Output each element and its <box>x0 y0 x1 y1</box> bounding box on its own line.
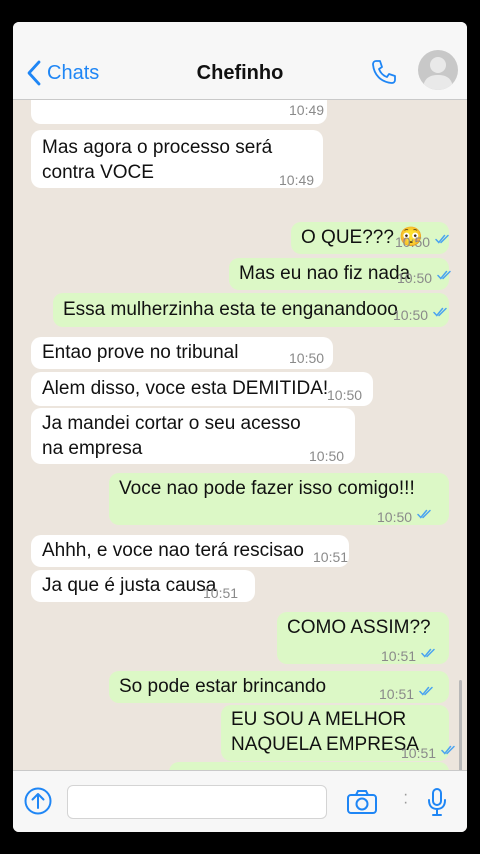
message-time: 10:50 <box>327 387 363 403</box>
message-time: 10:51 <box>203 585 239 601</box>
read-ticks-icon <box>435 234 449 244</box>
message-time: 10:51 <box>379 686 415 702</box>
message-text: Ahhh, e voce nao terá rescisao <box>42 540 304 561</box>
incoming-message[interactable]: Entao prove no tribunal 10:50 <box>31 337 333 369</box>
message-text: Entao prove no tribunal <box>42 342 239 363</box>
microphone-icon[interactable] <box>426 787 448 817</box>
chat-header: Chats Chefinho <box>13 22 467 100</box>
message-time: 10:50 <box>377 509 413 525</box>
outgoing-message[interactable]: Quem ficara no meu lugar?? <box>169 762 449 770</box>
outgoing-message[interactable]: EU SOU A MELHOR NAQUELA EMPRESA 10:51 <box>221 705 455 761</box>
outgoing-message[interactable]: Essa mulherzinha esta te enganandooo 10:5… <box>53 293 449 327</box>
outgoing-message[interactable]: COMO ASSIM?? 10:51 <box>277 612 449 664</box>
message-time: 10:51 <box>313 549 349 565</box>
divider-dots: · · <box>403 786 409 811</box>
message-text: COMO ASSIM?? <box>287 617 431 638</box>
message-time: 10:50 <box>393 307 429 323</box>
message-text: Ja que é justa causa <box>42 575 217 596</box>
message-time: 10:49 <box>289 102 325 118</box>
scrollbar[interactable] <box>459 680 462 770</box>
outgoing-message[interactable]: Voce nao pode fazer isso comigo!!! 10:50 <box>109 473 449 525</box>
chat-title: Chefinho <box>196 62 284 84</box>
read-ticks-icon <box>417 509 431 519</box>
outgoing-message[interactable]: Mas eu nao fiz nada 10:50 <box>229 258 451 290</box>
incoming-message[interactable]: 10:49 <box>31 100 327 124</box>
avatar-icon <box>423 57 453 90</box>
message-text: EU SOU A MELHOR NAQUELA EMPRESA <box>231 709 419 755</box>
incoming-message[interactable]: Ahhh, e voce nao terá rescisao 10:51 <box>31 535 349 567</box>
composer-bar: · · <box>13 770 467 832</box>
read-ticks-icon <box>433 307 447 317</box>
camera-icon[interactable] <box>346 789 378 815</box>
read-ticks-icon <box>437 270 451 280</box>
phone-icon <box>372 60 396 84</box>
incoming-message[interactable]: Ja que é justa causa 10:51 <box>31 570 255 602</box>
call-button[interactable] <box>370 58 398 91</box>
message-list[interactable]: 10:49 Mas agora o processo será contra VO… <box>13 100 467 770</box>
message-time: 10:50 <box>309 448 345 464</box>
message-text: Essa mulherzinha esta te enganandooo <box>63 299 398 320</box>
message-text: Mas agora o processo será contra VOCE <box>42 137 273 183</box>
read-ticks-icon <box>421 648 435 658</box>
outgoing-message[interactable]: So pode estar brincando 10:51 <box>109 671 449 703</box>
message-text: Voce nao pode fazer isso comigo!!! <box>119 478 415 499</box>
read-ticks-icon <box>441 745 455 755</box>
message-text: Alem disso, voce esta DEMITIDA! <box>42 378 329 399</box>
incoming-message[interactable]: Alem disso, voce esta DEMITIDA! 10:50 <box>31 372 373 406</box>
message-text: Ja mandei cortar o seu acesso na empresa <box>42 413 301 459</box>
message-time: 10:50 <box>289 350 325 366</box>
contact-avatar[interactable] <box>418 50 458 90</box>
incoming-message[interactable]: Ja mandei cortar o seu acesso na empresa… <box>31 408 355 464</box>
message-time: 10:50 <box>397 270 433 286</box>
outgoing-message[interactable]: O QUE??? 😳 10:50 <box>291 222 449 254</box>
incoming-message[interactable]: Mas agora o processo será contra VOCE 10:… <box>31 130 323 188</box>
read-ticks-icon <box>419 686 433 696</box>
message-time: 10:51 <box>381 648 417 664</box>
message-input[interactable] <box>67 785 327 819</box>
chat-window: Chats Chefinho 10:49 Mas agora o processo… <box>13 22 467 832</box>
message-time: 10:50 <box>395 234 431 250</box>
message-text: So pode estar brincando <box>119 676 327 697</box>
message-time: 10:49 <box>279 172 315 188</box>
message-text: Mas eu nao fiz nada <box>239 263 411 284</box>
upload-arrow-icon[interactable] <box>23 786 53 816</box>
